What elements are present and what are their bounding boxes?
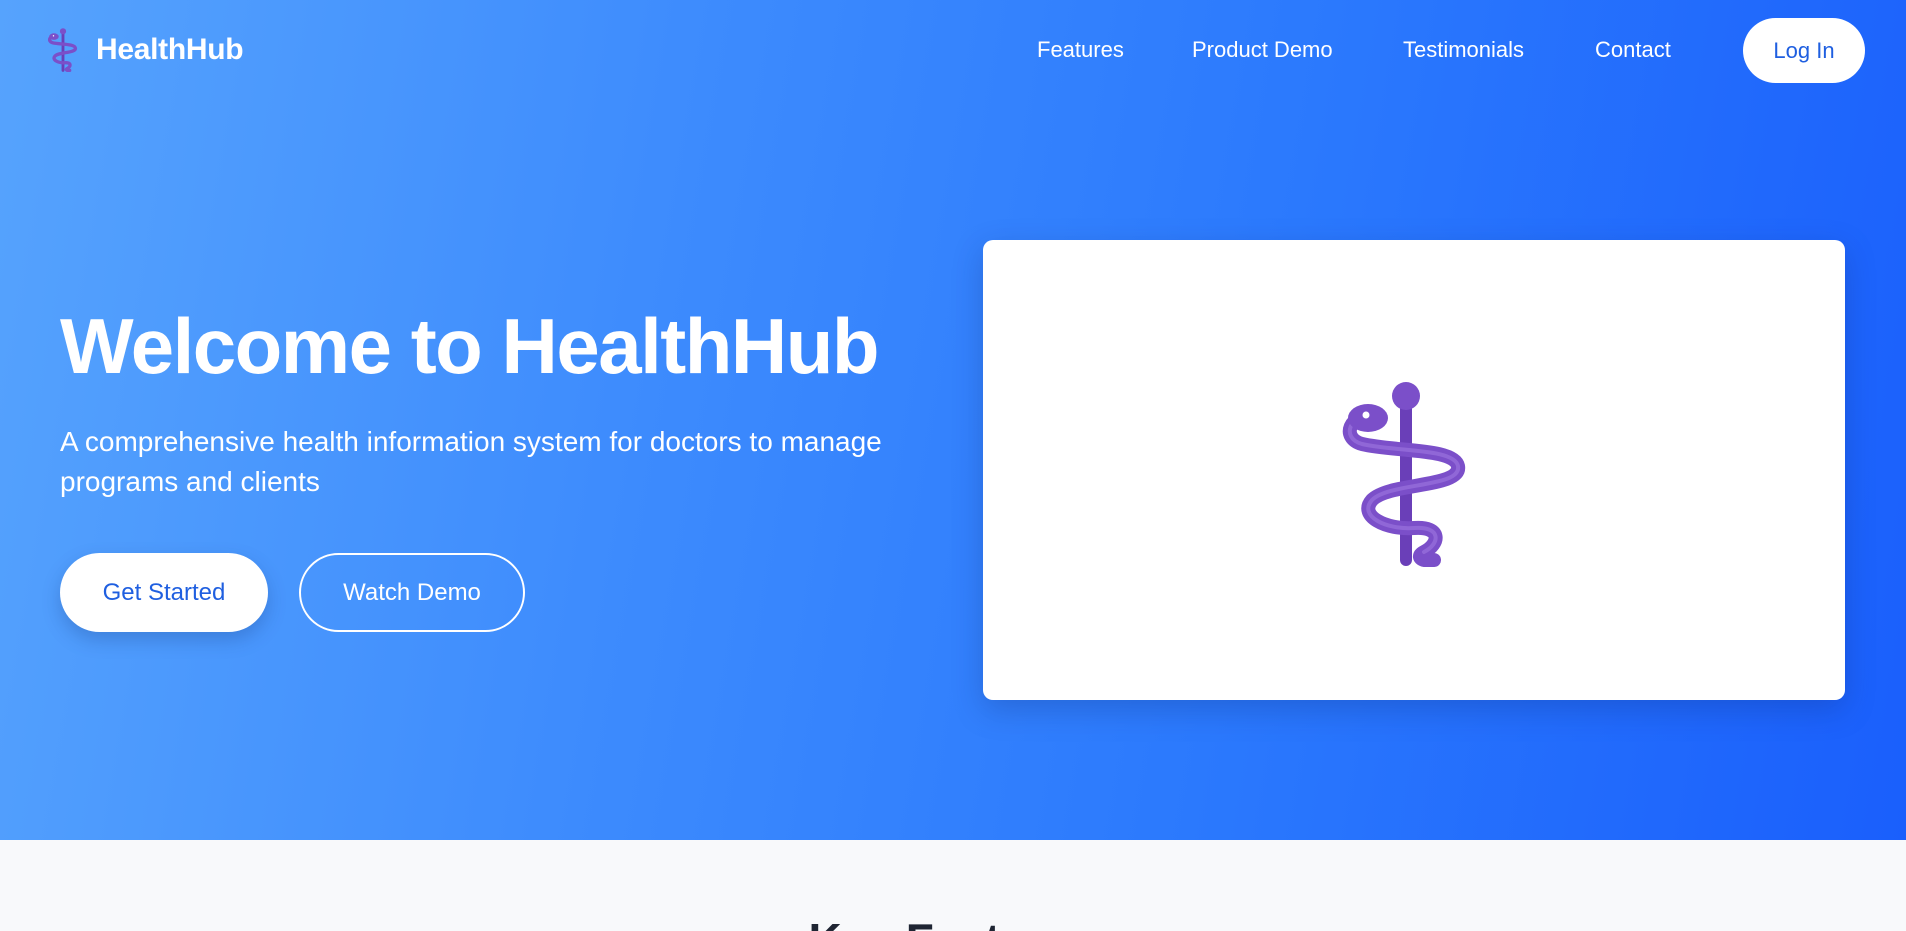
product-image-card [983, 240, 1845, 700]
staff-of-aesculapius-icon [1343, 382, 1465, 567]
brand-logo[interactable]: HealthHub [46, 28, 244, 72]
nav-link-testimonials[interactable]: Testimonials [1403, 36, 1524, 64]
section-heading: Key Features [0, 912, 1906, 931]
hero-subtitle: A comprehensive health information syste… [60, 426, 882, 497]
get-started-button[interactable]: Get Started [60, 553, 268, 632]
hero-title: Welcome to HealthHub [60, 302, 879, 390]
brand-name: HealthHub [96, 33, 244, 66]
login-button[interactable]: Log In [1743, 18, 1865, 83]
features-section: Key Features [0, 840, 1906, 931]
hero-section: HealthHub Features Product Demo Testimon… [0, 0, 1906, 840]
nav-link-contact[interactable]: Contact [1595, 36, 1671, 64]
staff-of-aesculapius-icon [47, 28, 78, 72]
nav-link-product-demo[interactable]: Product Demo [1192, 36, 1333, 64]
nav-link-features[interactable]: Features [1037, 36, 1124, 64]
watch-demo-button[interactable]: Watch Demo [299, 553, 525, 632]
